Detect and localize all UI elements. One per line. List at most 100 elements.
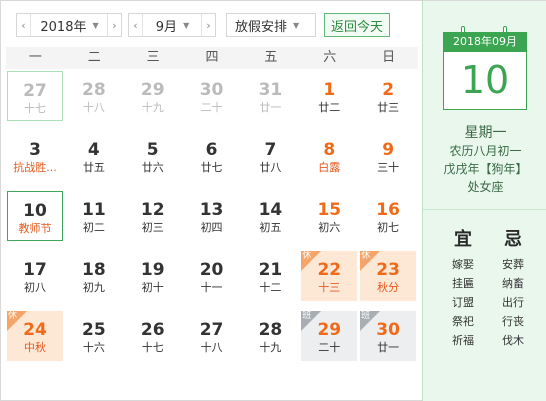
lunar-label: 廿八	[259, 161, 282, 174]
next-year-button[interactable]: ›	[108, 14, 121, 36]
month-selector[interactable]: ‹ 9月 ▼ ›	[128, 13, 216, 37]
day-cell[interactable]: 27 十七	[7, 71, 63, 121]
suitable-item: 挂匾	[452, 277, 474, 290]
day-cell[interactable]: 6 廿七	[184, 131, 240, 181]
day-cell[interactable]: 14 初五	[242, 191, 298, 241]
badge-label: 班	[361, 311, 371, 321]
day-cell[interactable]: 30 二十	[184, 71, 240, 121]
back-to-today-button[interactable]: 返回今天	[324, 13, 390, 37]
badge-label: 休	[361, 251, 371, 261]
day-number: 8	[323, 140, 336, 160]
day-cell[interactable]: 27 十八	[184, 311, 240, 361]
day-cell[interactable]: 17 初八	[7, 251, 63, 301]
day-cell[interactable]: 16 初七	[360, 191, 416, 241]
caret-down-icon: ▼	[92, 20, 99, 30]
day-number: 9	[382, 140, 395, 160]
avoid-title: 忌	[504, 229, 522, 250]
holiday-dropdown[interactable]: 放假安排 ▼	[226, 13, 316, 37]
day-cell[interactable]: 休 22 十三	[301, 251, 358, 301]
day-cell[interactable]: 31 廿一	[242, 71, 298, 121]
avoid-list: 忌 安葬 纳畜 出行 行丧 伐木	[493, 227, 533, 350]
day-number: 4	[87, 140, 100, 160]
lunar-label: 廿三	[377, 101, 400, 114]
day-number: 29	[140, 80, 165, 100]
lunar-label: 抗战胜...	[13, 161, 57, 174]
day-number: 5	[146, 140, 159, 160]
year-value: 2018年	[40, 19, 87, 35]
year-dropdown[interactable]: 2018年 ▼	[30, 14, 108, 36]
day-cell[interactable]: 20 十一	[184, 251, 240, 301]
day-cell[interactable]: 13 初四	[184, 191, 240, 241]
caret-down-icon: ▼	[183, 20, 190, 30]
day-cell[interactable]: 班 29 二十	[301, 311, 358, 361]
calendar-page-day: 10	[443, 52, 527, 110]
day-cell[interactable]: 26 十七	[125, 311, 181, 361]
day-cell[interactable]: 19 初十	[125, 251, 181, 301]
lunar-label: 十六	[82, 341, 105, 354]
day-cell[interactable]: 21 十二	[242, 251, 298, 301]
lunar-label: 十七	[24, 102, 46, 115]
lunar-label: 初四	[200, 221, 223, 234]
calendar-toolbar: ‹ 2018年 ▼ › ‹ 9月 ▼ › 放假安排 ▼ 返回今天	[6, 13, 418, 37]
lunar-date-label: 农历八月初一	[449, 144, 522, 158]
day-cell[interactable]: 12 初三	[125, 191, 181, 241]
day-cell[interactable]: 15 初六	[301, 191, 357, 241]
day-cell[interactable]: 9 三十	[360, 131, 416, 181]
day-cell[interactable]: 休 24 中秋	[7, 311, 63, 361]
day-number: 2	[382, 80, 395, 100]
lunar-label: 初六	[318, 221, 341, 234]
day-number: 21	[258, 260, 283, 280]
day-cell[interactable]: 4 廿五	[66, 131, 122, 181]
day-cell[interactable]: 18 初九	[66, 251, 122, 301]
lunar-label: 二十	[200, 101, 223, 114]
day-cell[interactable]: 28 十九	[242, 311, 298, 361]
suitable-list: 宜 嫁娶 挂匾 订盟 祭祀 祈福	[443, 227, 483, 350]
suitable-title: 宜	[454, 229, 472, 250]
lunar-label: 十九	[141, 101, 164, 114]
calendar-page-icon: 2018年09月 10	[443, 26, 527, 110]
weekday-header: 一二三四五六日	[6, 47, 418, 69]
lunar-label: 白露	[318, 161, 341, 174]
day-number: 16	[376, 200, 400, 220]
day-number: 18	[82, 260, 106, 280]
lunar-label: 廿五	[82, 161, 105, 174]
panel-divider	[423, 209, 546, 210]
day-cell[interactable]: 5 廿六	[125, 131, 181, 181]
day-number: 30	[199, 80, 224, 100]
badge-label: 休	[8, 311, 18, 321]
day-cell[interactable]: 3 抗战胜...	[7, 131, 63, 181]
day-cell[interactable]: 25 十六	[66, 311, 122, 361]
day-cell[interactable]: 10 教师节	[7, 191, 63, 241]
next-month-button[interactable]: ›	[202, 14, 215, 36]
day-cell[interactable]: 8 白露	[301, 131, 357, 181]
avoid-item: 纳畜	[502, 277, 524, 290]
day-cell[interactable]: 1 廿二	[301, 71, 357, 121]
day-number: 19	[140, 260, 165, 280]
day-number: 20	[199, 260, 224, 280]
month-value: 9月	[155, 19, 178, 35]
prev-month-button[interactable]: ‹	[129, 14, 142, 36]
calendar-widget: ‹ 2018年 ▼ › ‹ 9月 ▼ › 放假安排 ▼ 返回今天 一 二 三 四 五 六 日…	[0, 0, 546, 401]
year-selector[interactable]: ‹ 2018年 ▼ ›	[16, 13, 122, 37]
day-cell[interactable]: 7 廿八	[242, 131, 298, 181]
badge-label: 休	[302, 251, 312, 261]
day-number: 14	[258, 200, 283, 220]
weekday-label: 六	[323, 50, 337, 65]
day-cell[interactable]: 28 十八	[66, 71, 122, 121]
avoid-item: 出行	[502, 296, 524, 309]
lunar-label: 十一	[200, 281, 223, 294]
day-number: 28	[82, 80, 106, 100]
zodiac-label: 处女座	[467, 180, 504, 194]
day-cell[interactable]: 29 十九	[125, 71, 181, 121]
day-cell[interactable]: 班 30 廿一	[360, 311, 417, 361]
day-cell[interactable]: 2 廿三	[360, 71, 416, 121]
day-number: 6	[205, 140, 218, 160]
weekday-label: 五	[264, 50, 278, 65]
suitable-item: 祈福	[452, 334, 474, 347]
day-cell[interactable]: 休 23 秋分	[360, 251, 417, 301]
weekday-label: 星期一	[464, 125, 507, 141]
day-cell[interactable]: 11 初二	[66, 191, 122, 241]
month-dropdown[interactable]: 9月 ▼	[142, 14, 202, 36]
prev-year-button[interactable]: ‹	[17, 14, 30, 36]
avoid-item: 安葬	[502, 258, 524, 271]
